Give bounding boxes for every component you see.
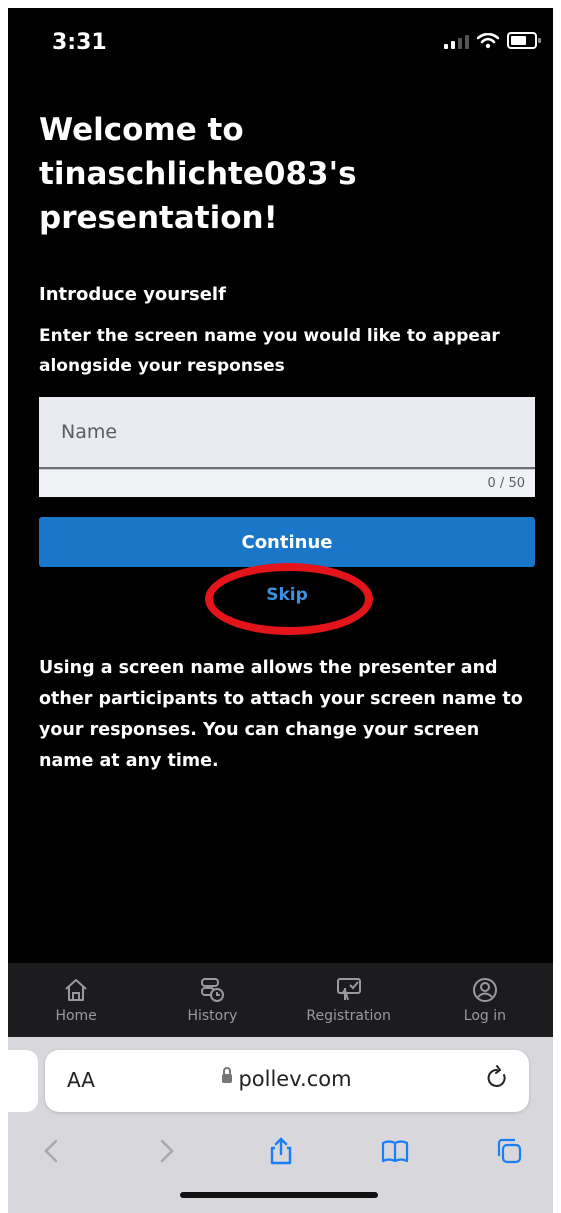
- status-time: 3:31: [52, 30, 107, 55]
- home-indicator: [180, 1192, 378, 1198]
- page-title: Welcome to tinaschlichte083's presentati…: [39, 112, 357, 236]
- wifi-icon: [477, 32, 499, 48]
- chevron-right-icon: [161, 1139, 175, 1163]
- skip-link[interactable]: Skip: [39, 585, 535, 605]
- name-field-group: 0 / 50: [39, 397, 535, 497]
- status-bar: 3:31: [8, 8, 553, 72]
- nav-item-login[interactable]: Log in: [417, 963, 553, 1037]
- forward-button[interactable]: [150, 1135, 182, 1167]
- browser-toolbar: [8, 1131, 553, 1171]
- share-button[interactable]: [265, 1135, 297, 1167]
- bottom-nav: Home History Registration Log in: [8, 963, 553, 1037]
- info-text: Using a screen name allows the presenter…: [39, 658, 523, 771]
- nav-item-registration[interactable]: Registration: [281, 963, 417, 1037]
- instructions-text: Enter the screen name you would like to …: [39, 326, 500, 376]
- status-icons: [444, 32, 541, 49]
- nav-label-home: Home: [55, 1008, 97, 1024]
- url-display[interactable]: pollev.com: [45, 1066, 529, 1091]
- phone-screen: 3:31 Welcome to tinaschlichte083's prese…: [8, 8, 553, 1213]
- chevron-left-icon: [44, 1139, 58, 1163]
- url-text: pollev.com: [238, 1067, 352, 1091]
- previous-tab-preview[interactable]: [8, 1050, 38, 1112]
- address-bar[interactable]: AA pollev.com: [45, 1050, 529, 1112]
- name-input[interactable]: [39, 397, 535, 469]
- section-heading: Introduce yourself: [39, 284, 226, 305]
- nav-label-login: Log in: [463, 1008, 506, 1024]
- bookmarks-button[interactable]: [379, 1135, 411, 1167]
- character-counter: 0 / 50: [39, 469, 535, 497]
- lock-icon: [222, 1066, 233, 1083]
- history-icon: [201, 978, 225, 1002]
- nav-item-home[interactable]: Home: [8, 963, 144, 1037]
- tabs-icon: [497, 1138, 522, 1164]
- reload-icon[interactable]: [483, 1064, 511, 1092]
- nav-item-history[interactable]: History: [144, 963, 280, 1037]
- skip-area: Skip: [39, 563, 535, 637]
- tabs-button[interactable]: [493, 1135, 525, 1167]
- battery-icon: [507, 32, 541, 49]
- user-icon: [472, 978, 497, 1002]
- browser-chrome: AA pollev.com: [8, 1037, 553, 1213]
- home-icon: [65, 979, 87, 1001]
- back-button[interactable]: [36, 1135, 68, 1167]
- cellular-signal-icon: [444, 33, 469, 49]
- continue-button[interactable]: Continue: [39, 517, 535, 567]
- share-icon: [270, 1137, 291, 1165]
- nav-label-history: History: [187, 1008, 238, 1024]
- nav-label-registration: Registration: [306, 1008, 391, 1024]
- registration-icon: [336, 978, 361, 1001]
- book-icon: [381, 1140, 408, 1163]
- main-content: Welcome to tinaschlichte083's presentati…: [39, 108, 535, 777]
